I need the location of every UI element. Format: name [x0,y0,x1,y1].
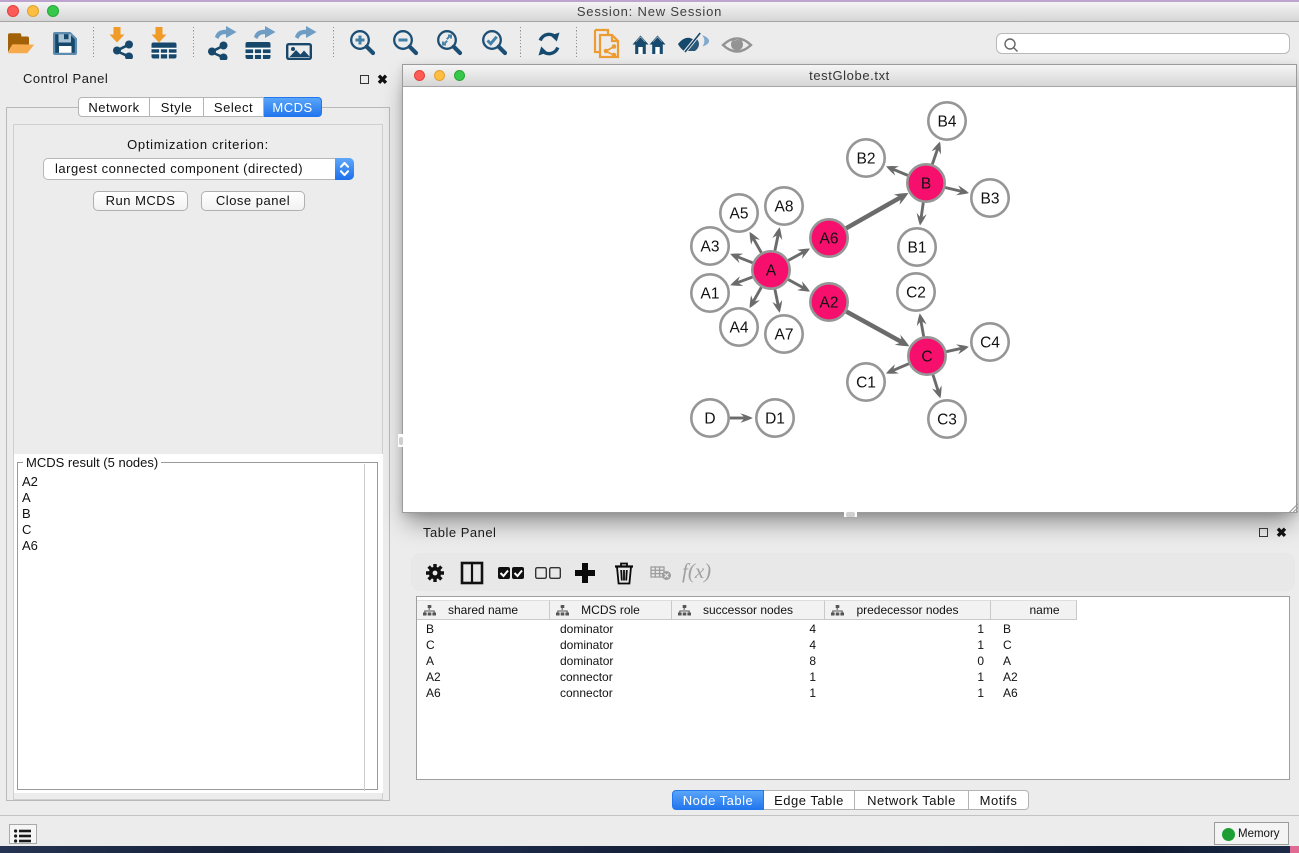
svg-text:B4: B4 [938,113,957,130]
svg-text:C3: C3 [937,411,957,428]
svg-text:D: D [704,410,715,427]
svg-text:A7: A7 [775,326,794,343]
svg-text:C1: C1 [856,374,876,391]
svg-text:B2: B2 [857,150,876,167]
svg-text:C2: C2 [906,284,926,301]
svg-text:A3: A3 [701,238,720,255]
svg-text:C: C [921,348,932,365]
svg-text:A1: A1 [701,285,720,302]
svg-text:A2: A2 [820,294,839,311]
svg-text:A4: A4 [730,319,749,336]
svg-text:D1: D1 [765,410,785,427]
svg-text:C4: C4 [980,334,1000,351]
svg-text:A6: A6 [820,230,839,247]
svg-text:A5: A5 [730,205,749,222]
svg-text:A: A [766,262,777,279]
svg-text:B3: B3 [981,190,1000,207]
svg-text:B1: B1 [908,239,927,256]
svg-text:B: B [921,175,931,192]
svg-text:A8: A8 [775,198,794,215]
